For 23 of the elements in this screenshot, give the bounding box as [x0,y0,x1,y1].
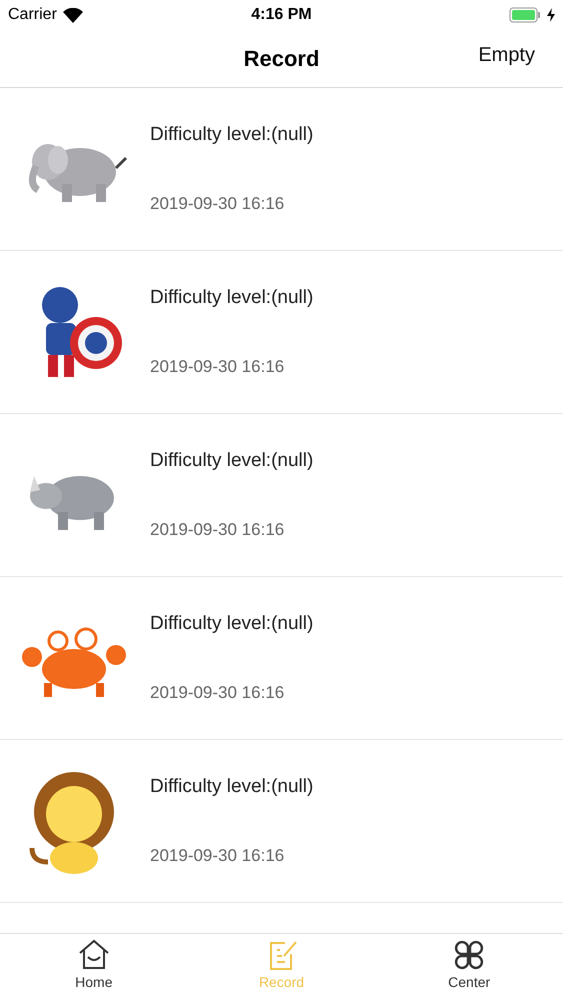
carrier-name: Carrier [8,6,57,24]
record-title: Difficulty level:(null) [150,450,314,472]
charging-icon [547,8,555,22]
record-date: 2019-09-30 16:16 [150,357,286,377]
record-row[interactable]: Difficulty level:(null) 2019-09-30 16:16 [0,251,563,414]
page-title: Record [244,46,320,72]
empty-button[interactable]: Empty [478,44,535,67]
record-title: Difficulty level:(null) [150,124,314,146]
record-date: 2019-09-30 16:16 [150,194,286,214]
record-row[interactable]: Difficulty level:(null) 2019-09-30 16:16 [0,577,563,740]
wifi-icon [62,8,83,22]
record-row[interactable]: Difficulty level:(null) 2019-09-30 16:16 [0,88,563,251]
record-title: Difficulty level:(null) [150,613,314,635]
record-date: 2019-09-30 16:16 [150,520,286,540]
record-row[interactable]: Difficulty level:(null) 2019-09-30 16:16 [0,414,563,577]
record-row[interactable]: Difficulty level:(null) 2019-09-30 16:16 [0,740,563,903]
record-date: 2019-09-30 16:16 [150,846,286,866]
home-icon [76,938,111,972]
clock-time: 4:16 PM [251,6,312,24]
record-title: Difficulty level:(null) [150,776,314,798]
record-date: 2019-09-30 16:16 [150,683,286,703]
battery-icon [509,7,541,23]
record-title: Difficulty level:(null) [150,287,314,309]
